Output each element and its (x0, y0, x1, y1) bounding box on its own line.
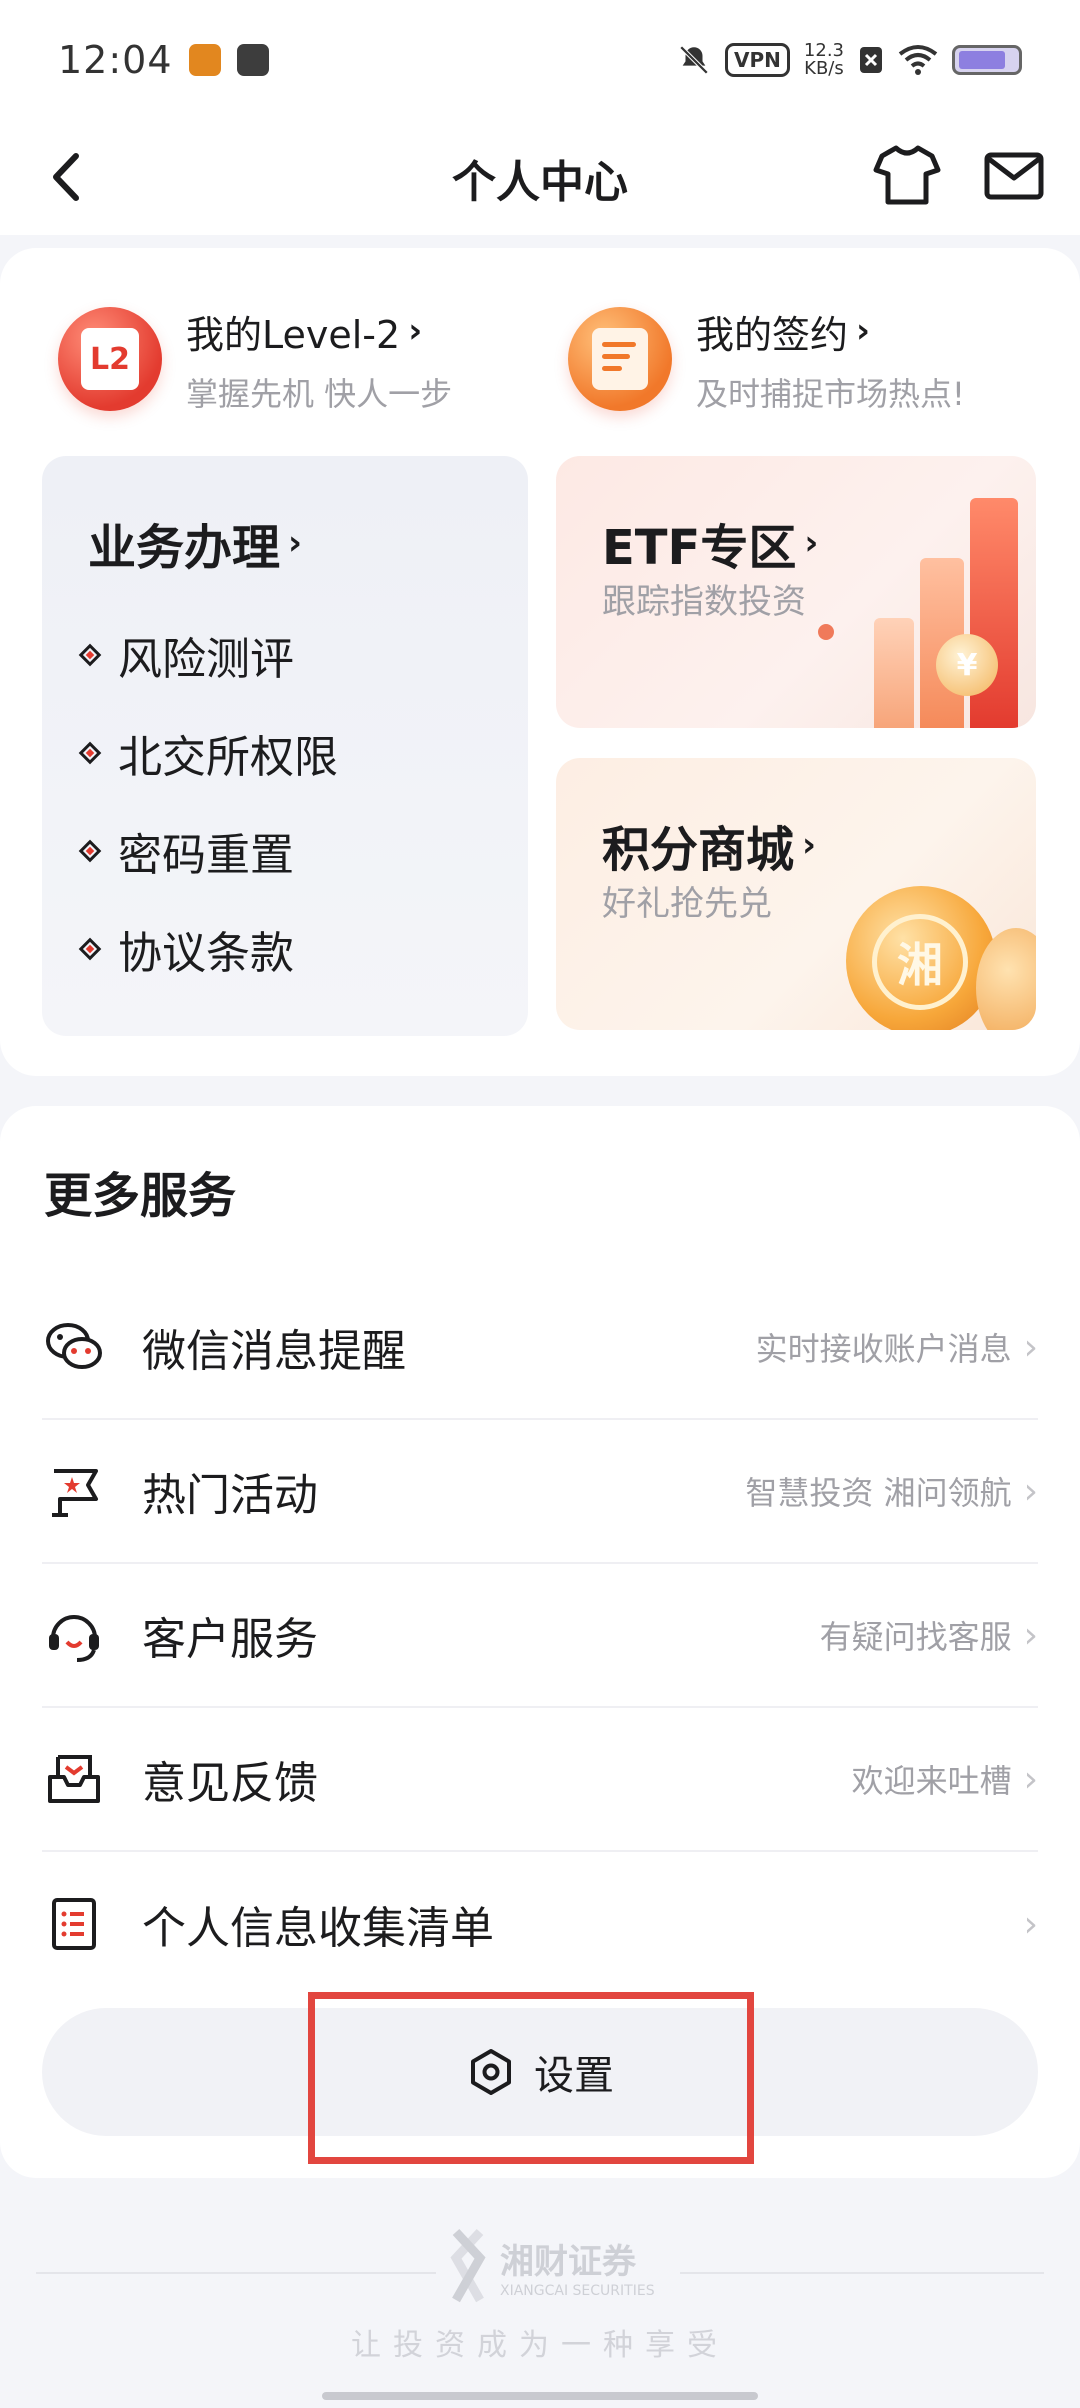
list-icon (42, 1892, 106, 1956)
gold-coin-illustration-icon: 湘 (846, 886, 996, 1030)
chevron-right-icon: › (802, 825, 817, 865)
footer-divider-right (680, 2272, 1044, 2274)
service-row-personal-info-list[interactable]: 个人信息收集清单 › (42, 1852, 1038, 1996)
diamond-bullet-icon (78, 741, 102, 765)
business-item-label: 北交所权限 (118, 732, 338, 783)
contract-icon (568, 307, 672, 411)
notification-app-icon (236, 44, 269, 76)
chevron-right-icon: › (408, 311, 423, 351)
back-arrow-icon[interactable] (38, 142, 98, 212)
business-item-label: 协议条款 (118, 928, 294, 979)
business-item-bse-permission[interactable]: 北交所权限 (78, 704, 338, 802)
service-label: 个人信息收集清单 (142, 1903, 494, 1954)
service-label: 热门活动 (142, 1470, 318, 1521)
chevron-right-icon: › (288, 523, 303, 563)
business-list: 风险测评 北交所权限 密码重置 协议条款 (78, 606, 338, 998)
service-hint: 欢迎来吐槽 (851, 1762, 1012, 1800)
footer-logo: 湘财证券 XIANGCAI SECURITIES (446, 2228, 655, 2304)
footer-brand-name: 湘财证券 (500, 2241, 636, 2282)
chevron-right-icon: › (1023, 1758, 1038, 1800)
footer-brand-name-en: XIANGCAI SECURITIES (500, 2282, 655, 2299)
service-label: 客户服务 (142, 1614, 318, 1665)
network-speed-unit: KB/s (804, 58, 844, 79)
business-panel: 业务办理 › 风险测评 北交所权限 密码重置 协议条款 (42, 456, 528, 1036)
level2-icon: L2 (58, 307, 162, 411)
etf-title: ETF专区 › (602, 508, 818, 578)
service-label: 意见反馈 (142, 1758, 318, 1809)
mall-title-text: 积分商城 (602, 822, 795, 878)
mall-subtitle: 好礼抢先兑 (602, 884, 772, 924)
wifi-icon (898, 45, 938, 75)
network-speed: 12.3 KB/s (804, 42, 844, 78)
service-list: 微信消息提醒 实时接收账户消息 › 热门活动 智慧投资 湘问领航 › 客户服务 … (42, 1276, 1038, 1996)
mute-bell-icon (679, 45, 709, 75)
level2-badge: L2 (81, 328, 139, 390)
status-right: VPN 12.3 KB/s (677, 42, 1022, 78)
chevron-right-icon: › (1023, 1470, 1038, 1512)
service-row-wechat-reminder[interactable]: 微信消息提醒 实时接收账户消息 › (42, 1276, 1038, 1420)
chevron-right-icon: › (856, 311, 871, 351)
chevron-right-icon: › (1023, 1903, 1038, 1945)
brand-logo-icon (450, 2228, 486, 2303)
service-label: 微信消息提醒 (142, 1326, 406, 1377)
contract-subtitle: 及时捕捉市场热点! (696, 374, 965, 413)
vpn-badge: VPN (725, 43, 790, 77)
etf-title-text: ETF专区 (602, 520, 797, 576)
business-title-text: 业务办理 (88, 520, 281, 576)
service-row-hot-activities[interactable]: 热门活动 智慧投资 湘问领航 › (42, 1420, 1038, 1564)
points-mall-card[interactable]: 积分商城 › 好礼抢先兑 湘 (556, 758, 1036, 1030)
inbox-icon (42, 1747, 106, 1811)
sim-x-icon (860, 47, 882, 73)
mail-icon[interactable] (982, 144, 1046, 208)
etf-zone-card[interactable]: ETF专区 › 跟踪指数投资 ¥ (556, 456, 1036, 728)
service-hint: 实时接收账户消息 (755, 1330, 1012, 1368)
header-bar: 个人中心 (0, 120, 1080, 235)
mall-title: 积分商城 › (602, 810, 816, 880)
quick-access-card: L2 我的Level-2 › 掌握先机 快人一步 我的签约 › 及时捕捉市场热点… (0, 248, 1080, 1076)
wechat-icon (42, 1315, 106, 1379)
screen: 12:04 VPN 12.3 KB/s 个人中心 L2 我的Level-2 › … (0, 0, 1080, 2408)
document-pen-icon (592, 328, 648, 390)
level2-title-text: 我的Level-2 (186, 312, 401, 357)
business-item-label: 密码重置 (118, 830, 294, 881)
coin-character: 湘 (872, 914, 968, 1010)
diamond-bullet-icon (78, 839, 102, 863)
business-item-password-reset[interactable]: 密码重置 (78, 802, 338, 900)
service-hint: 智慧投资 湘问领航 (745, 1474, 1012, 1512)
more-services-title: 更多服务 (44, 1168, 237, 1224)
highlight-annotation-box (308, 1992, 754, 2164)
contract-link[interactable]: 我的签约 › 及时捕捉市场热点! (568, 304, 965, 414)
service-row-customer-service[interactable]: 客户服务 有疑问找客服 › (42, 1564, 1038, 1708)
footer-slogan: 让投资成为一种享受 (351, 2328, 729, 2363)
business-item-agreements[interactable]: 协议条款 (78, 900, 338, 998)
diamond-bullet-icon (78, 643, 102, 667)
chevron-right-icon: › (1023, 1614, 1038, 1656)
contract-title-text: 我的签约 (696, 312, 849, 357)
business-item-label: 风险测评 (118, 634, 294, 685)
flag-icon (42, 1459, 106, 1523)
page-title: 个人中心 (452, 156, 628, 208)
contract-title: 我的签约 › (696, 304, 965, 359)
yuan-coin-icon: ¥ (936, 634, 998, 696)
etf-subtitle: 跟踪指数投资 (602, 582, 806, 622)
diamond-bullet-icon (78, 937, 102, 961)
level2-link[interactable]: L2 我的Level-2 › 掌握先机 快人一步 (58, 304, 452, 414)
business-item-risk-assessment[interactable]: 风险测评 (78, 606, 338, 704)
level2-subtitle: 掌握先机 快人一步 (186, 374, 453, 413)
status-bar: 12:04 VPN 12.3 KB/s (0, 0, 1080, 120)
home-indicator[interactable] (322, 2392, 758, 2400)
notification-app-icon (188, 44, 221, 76)
business-title[interactable]: 业务办理 › (88, 508, 302, 578)
tshirt-icon[interactable] (872, 140, 942, 210)
service-hint: 有疑问找客服 (819, 1618, 1012, 1656)
chevron-right-icon: › (804, 523, 819, 563)
chevron-right-icon: › (1023, 1326, 1038, 1368)
battery-icon (952, 45, 1022, 75)
service-row-feedback[interactable]: 意见反馈 欢迎来吐槽 › (42, 1708, 1038, 1852)
headset-icon (42, 1603, 106, 1667)
footer-divider-left (36, 2272, 436, 2274)
level2-title: 我的Level-2 › (186, 304, 452, 359)
status-time: 12:04 (58, 38, 173, 82)
